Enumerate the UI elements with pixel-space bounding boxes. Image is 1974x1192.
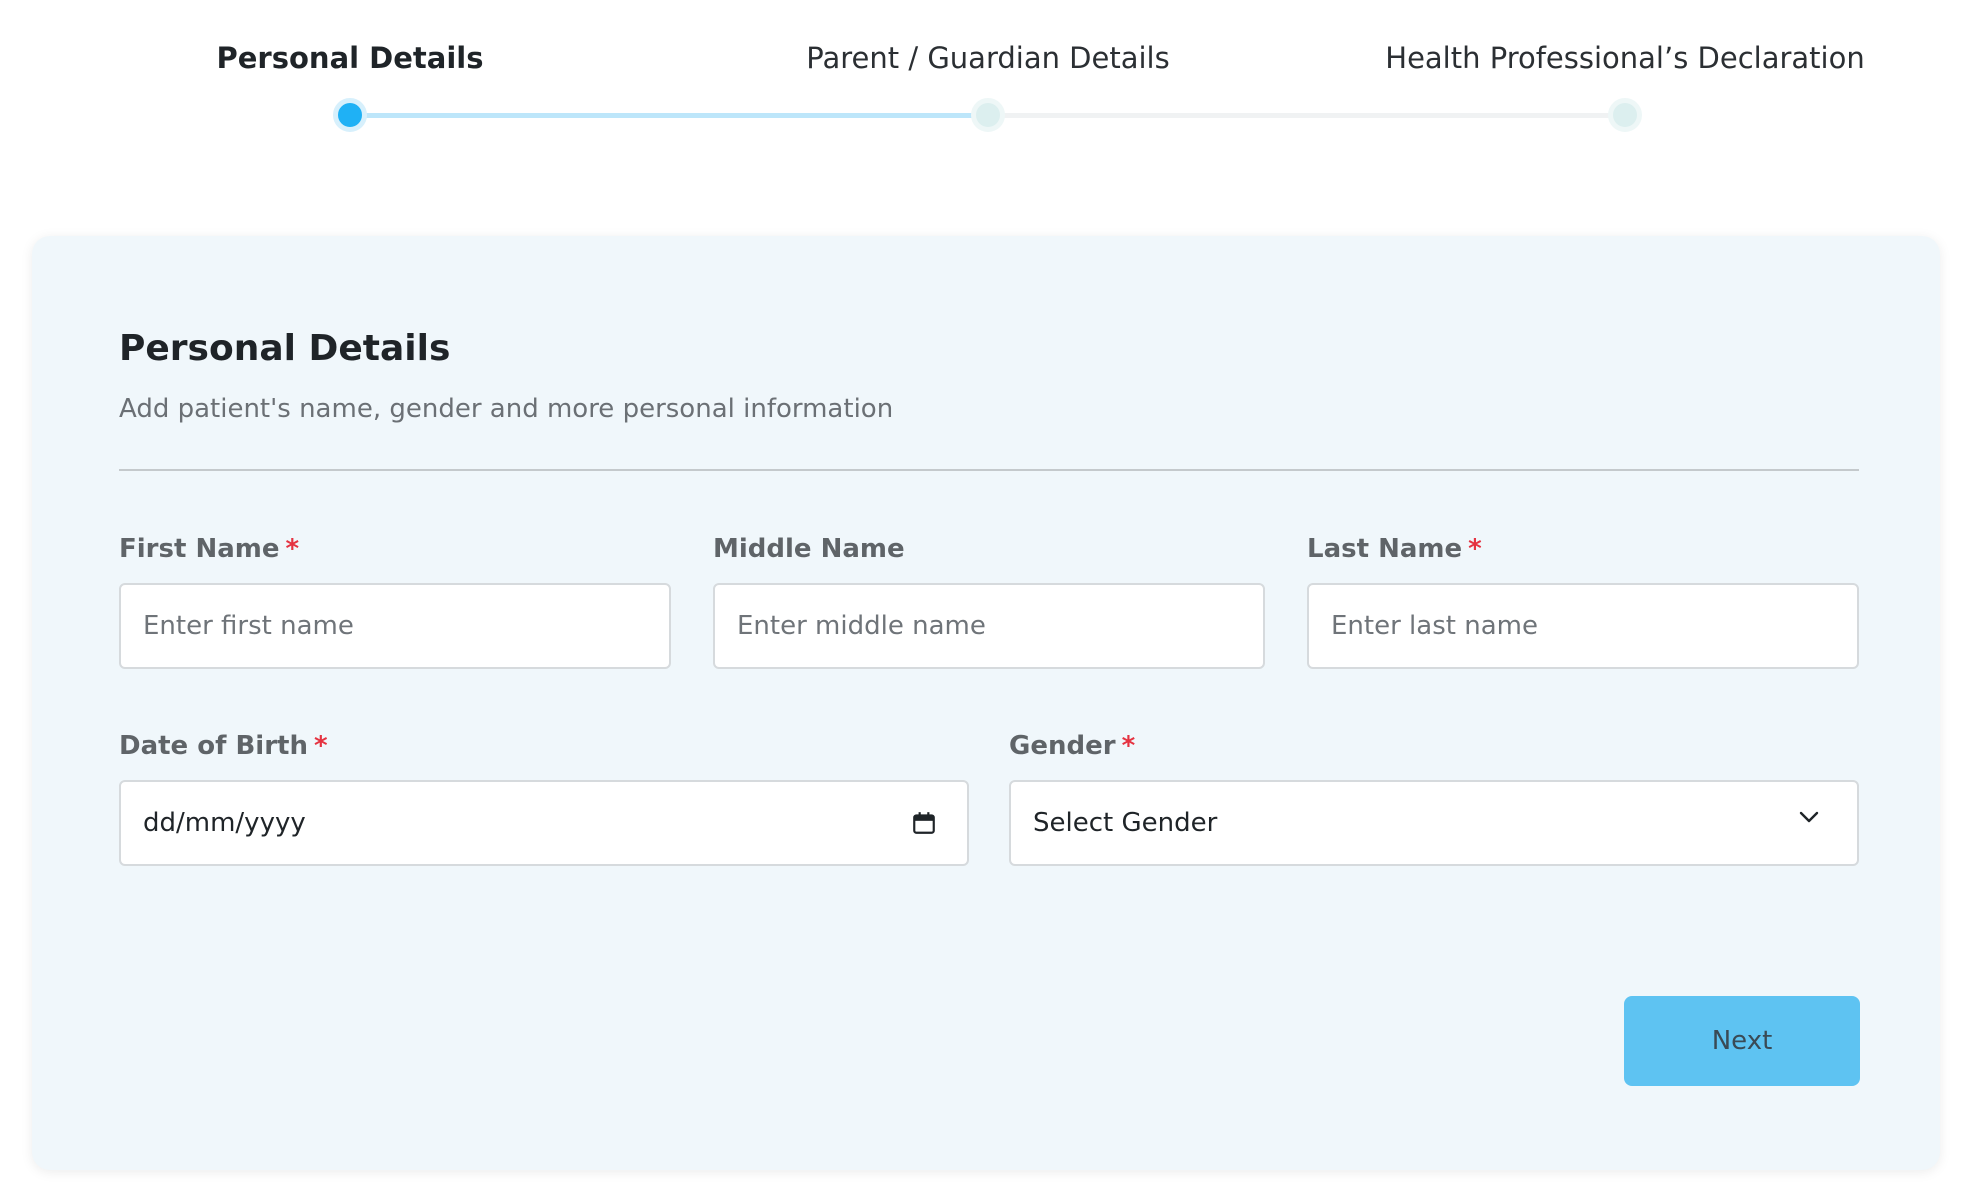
step-personal-details[interactable]: Personal Details bbox=[217, 38, 484, 78]
step-parent-guardian-details[interactable]: Parent / Guardian Details bbox=[806, 38, 1169, 78]
required-marker: * bbox=[1468, 534, 1482, 564]
date-of-birth-label-text: Date of Birth bbox=[119, 731, 308, 761]
step-indicator-1[interactable] bbox=[333, 98, 367, 132]
personal-details-card: Personal Details Add patient's name, gen… bbox=[32, 236, 1940, 1170]
section-subtitle: Add patient's name, gender and more pers… bbox=[119, 394, 894, 424]
calendar-icon[interactable] bbox=[911, 810, 937, 836]
gender-selected-value: Select Gender bbox=[1033, 808, 1218, 838]
last-name-input[interactable] bbox=[1307, 583, 1859, 669]
date-of-birth-label: Date of Birth * bbox=[119, 731, 328, 761]
divider bbox=[119, 469, 1859, 471]
last-name-label: Last Name * bbox=[1307, 534, 1482, 564]
stepper-track-remaining bbox=[988, 113, 1625, 118]
first-name-label-text: First Name bbox=[119, 534, 280, 564]
last-name-label-text: Last Name bbox=[1307, 534, 1463, 564]
stepper-track-completed bbox=[350, 113, 988, 118]
middle-name-label-text: Middle Name bbox=[713, 534, 905, 564]
step-indicator-2[interactable] bbox=[971, 98, 1005, 132]
chevron-down-icon bbox=[1799, 811, 1819, 823]
section-title: Personal Details bbox=[119, 328, 451, 369]
required-marker: * bbox=[285, 534, 300, 564]
first-name-label: First Name * bbox=[119, 534, 299, 564]
middle-name-label: Middle Name bbox=[713, 534, 905, 564]
middle-name-input[interactable] bbox=[713, 583, 1265, 669]
first-name-input[interactable] bbox=[119, 583, 671, 669]
progress-stepper: Personal Details Parent / Guardian Detai… bbox=[0, 0, 1974, 200]
date-of-birth-input[interactable]: dd/mm/yyyy bbox=[119, 780, 969, 866]
step-indicator-3[interactable] bbox=[1608, 98, 1642, 132]
date-of-birth-value: dd/mm/yyyy bbox=[143, 808, 306, 838]
required-marker: * bbox=[1121, 731, 1136, 761]
required-marker: * bbox=[313, 731, 328, 761]
gender-label-text: Gender bbox=[1009, 731, 1116, 761]
step-health-professional-declaration[interactable]: Health Professional’s Declaration bbox=[1385, 38, 1864, 78]
gender-select[interactable]: Select Gender bbox=[1009, 780, 1859, 866]
next-button[interactable]: Next bbox=[1624, 996, 1860, 1086]
gender-label: Gender * bbox=[1009, 731, 1135, 761]
